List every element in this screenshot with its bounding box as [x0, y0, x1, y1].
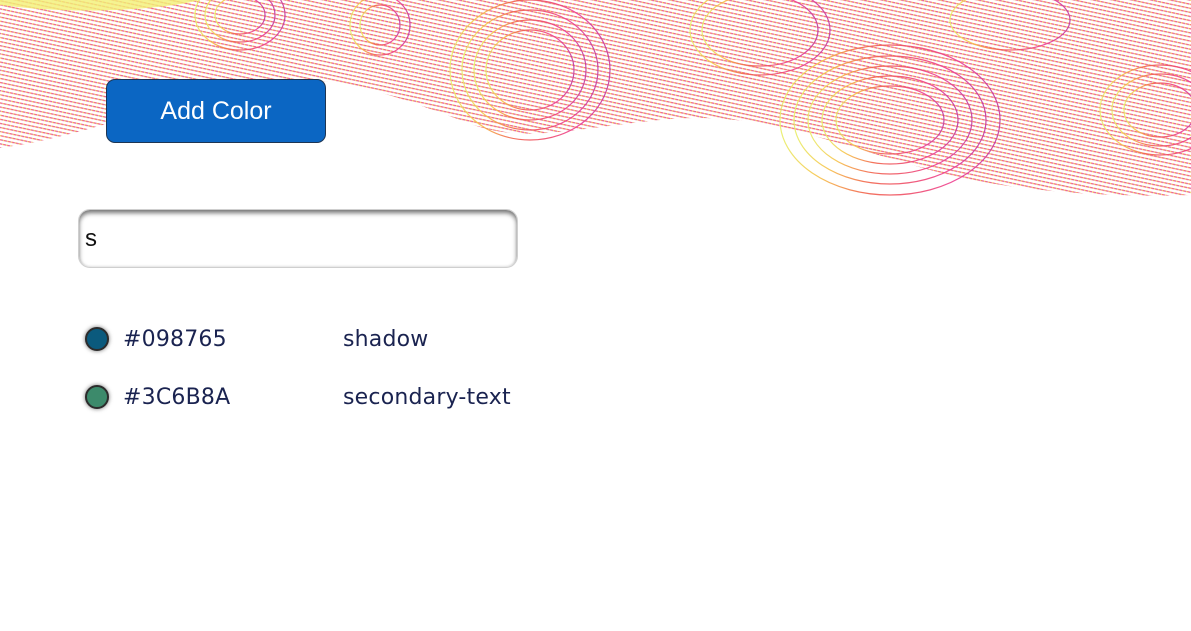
search-field[interactable] — [78, 209, 518, 268]
color-row[interactable]: #098765 shadow — [82, 310, 582, 368]
color-row[interactable]: #3C6B8A secondary-text — [82, 368, 582, 426]
search-input[interactable] — [85, 210, 505, 267]
color-list: #098765 shadow #3C6B8A secondary-text — [82, 310, 582, 426]
page: Add Color #098765 shadow #3C6B8A seconda… — [0, 0, 1191, 631]
color-name: shadow — [343, 326, 429, 352]
color-swatch — [85, 385, 109, 409]
color-name: secondary-text — [343, 384, 511, 410]
color-swatch — [85, 327, 109, 351]
color-hex: #3C6B8A — [123, 384, 231, 410]
color-hex: #098765 — [123, 326, 227, 352]
add-color-button[interactable]: Add Color — [106, 79, 326, 143]
